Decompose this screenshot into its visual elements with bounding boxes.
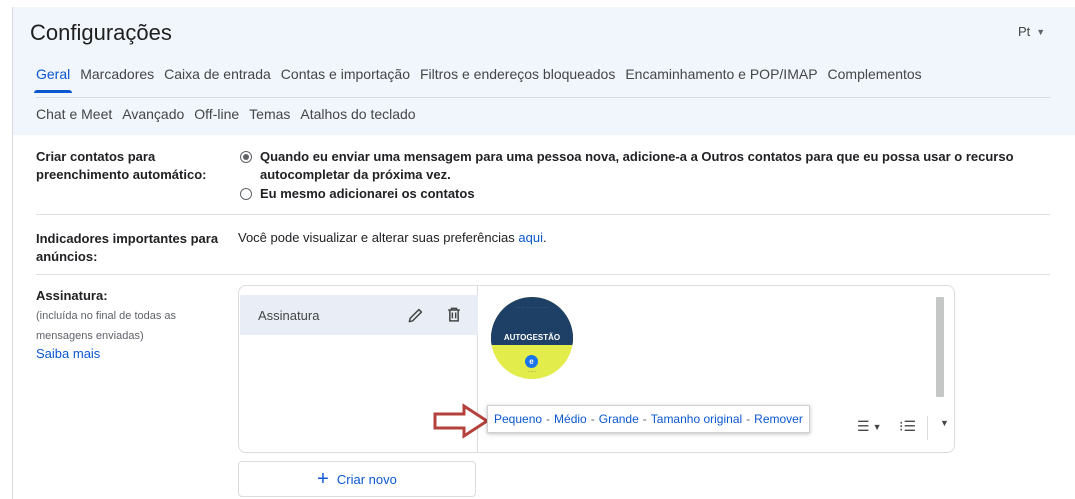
create-new-label: Criar novo <box>336 471 397 487</box>
separator: - <box>546 412 551 426</box>
badge-logo-icon: e <box>525 355 538 368</box>
contacts-option-auto-label[interactable]: Quando eu enviar uma mensagem para uma p… <box>260 148 1050 184</box>
badge-brand-mark: ······ <box>528 369 536 374</box>
tab-caixa-de-entrada[interactable]: Caixa de entrada <box>164 66 271 82</box>
contacts-option-manual[interactable]: Eu mesmo adicionarei os contatos <box>240 185 1050 203</box>
size-original-option[interactable]: Tamanho original <box>651 412 742 426</box>
arrow-annotation-icon <box>433 403 490 439</box>
size-medium-option[interactable]: Médio <box>554 412 587 426</box>
radio-auto-add[interactable] <box>240 151 252 163</box>
tabs-divider <box>36 97 1050 98</box>
contacts-option-manual-label[interactable]: Eu mesmo adicionarei os contatos <box>260 185 1050 203</box>
create-new-signature-button[interactable]: + Criar novo <box>238 461 476 497</box>
plus-icon: + <box>317 468 329 490</box>
tabs-row-1: Geral Marcadores Caixa de entrada Contas… <box>33 66 932 93</box>
size-large-option[interactable]: Grande <box>599 412 639 426</box>
tab-filtros[interactable]: Filtros e endereços bloqueados <box>420 66 615 82</box>
pencil-icon[interactable] <box>406 305 426 325</box>
radio-manual-add[interactable] <box>240 188 252 200</box>
tab-avancado[interactable]: Avançado <box>122 106 184 122</box>
chevron-down-icon: ▼ <box>872 421 882 432</box>
tab-contas-e-importacao[interactable]: Contas e importação <box>281 66 410 82</box>
chevron-down-icon: ▼ <box>1036 26 1046 37</box>
tab-temas[interactable]: Temas <box>249 106 290 122</box>
signature-description: (incluída no final de todas as mensagens… <box>36 310 177 342</box>
signature-image[interactable]: · · · · · · · · · · · · · AUTOGESTÃO e ·… <box>491 297 573 379</box>
signature-list-item[interactable]: Assinatura <box>240 295 478 335</box>
align-button[interactable]: ☰ ▼ <box>857 418 881 435</box>
more-formatting-button[interactable]: ▼ <box>937 418 949 428</box>
trash-icon[interactable] <box>444 305 464 325</box>
remove-image-option[interactable]: Remover <box>754 412 803 426</box>
tab-geral[interactable]: Geral <box>33 66 73 93</box>
input-language-label: Pt <box>1018 24 1031 39</box>
tabs-row-2: Chat e Meet Avançado Off-line Temas Atal… <box>36 106 426 122</box>
separator: - <box>642 412 647 426</box>
contacts-radio-group: Quando eu enviar uma mensagem para uma p… <box>240 148 1050 203</box>
indicators-link[interactable]: aqui <box>518 230 543 245</box>
signature-label: Assinatura: <box>36 288 108 303</box>
tab-off-line[interactable]: Off-line <box>194 106 239 122</box>
numbered-list-button[interactable]: ⁝☰ <box>899 418 916 435</box>
tab-atalhos[interactable]: Atalhos do teclado <box>300 106 415 122</box>
indicators-label: Indicadores importantes para anúncios: <box>36 231 219 264</box>
align-icon: ☰ <box>857 418 870 434</box>
learn-more-link[interactable]: Saiba mais <box>36 346 100 361</box>
chevron-down-icon: ▼ <box>940 418 949 428</box>
size-small-option[interactable]: Pequeno <box>494 412 542 426</box>
input-tools-button[interactable]: Pt ▼ <box>1018 24 1045 39</box>
tab-marcadores[interactable]: Marcadores <box>80 66 154 82</box>
editor-scrollbar[interactable] <box>936 297 944 397</box>
separator: - <box>590 412 595 426</box>
contacts-option-auto[interactable]: Quando eu enviar uma mensagem para uma p… <box>240 148 1050 184</box>
separator: - <box>746 412 751 426</box>
toolbar-divider <box>927 416 928 440</box>
badge-title: AUTOGESTÃO <box>491 331 573 345</box>
image-size-popup: Pequeno - Médio - Grande - Tamanho origi… <box>487 405 810 433</box>
page-title: Configurações <box>30 20 172 45</box>
divider <box>36 274 1050 275</box>
indicators-description: Você pode visualizar e alterar suas pref… <box>238 230 519 245</box>
badge-arc-text: · · · · · · · · · · · · · <box>516 305 548 310</box>
tab-complementos[interactable]: Complementos <box>828 66 922 82</box>
indicators-text: Você pode visualizar e alterar suas pref… <box>238 230 547 245</box>
tab-chat-e-meet[interactable]: Chat e Meet <box>36 106 112 122</box>
signature-name: Assinatura <box>258 307 320 323</box>
indicators-suffix: . <box>542 230 547 245</box>
contacts-setting-label: Criar contatos para preenchimento automá… <box>36 149 207 182</box>
numbered-list-icon: ⁝☰ <box>899 418 917 434</box>
divider <box>36 214 1050 215</box>
tab-encaminhamento[interactable]: Encaminhamento e POP/IMAP <box>625 66 817 82</box>
